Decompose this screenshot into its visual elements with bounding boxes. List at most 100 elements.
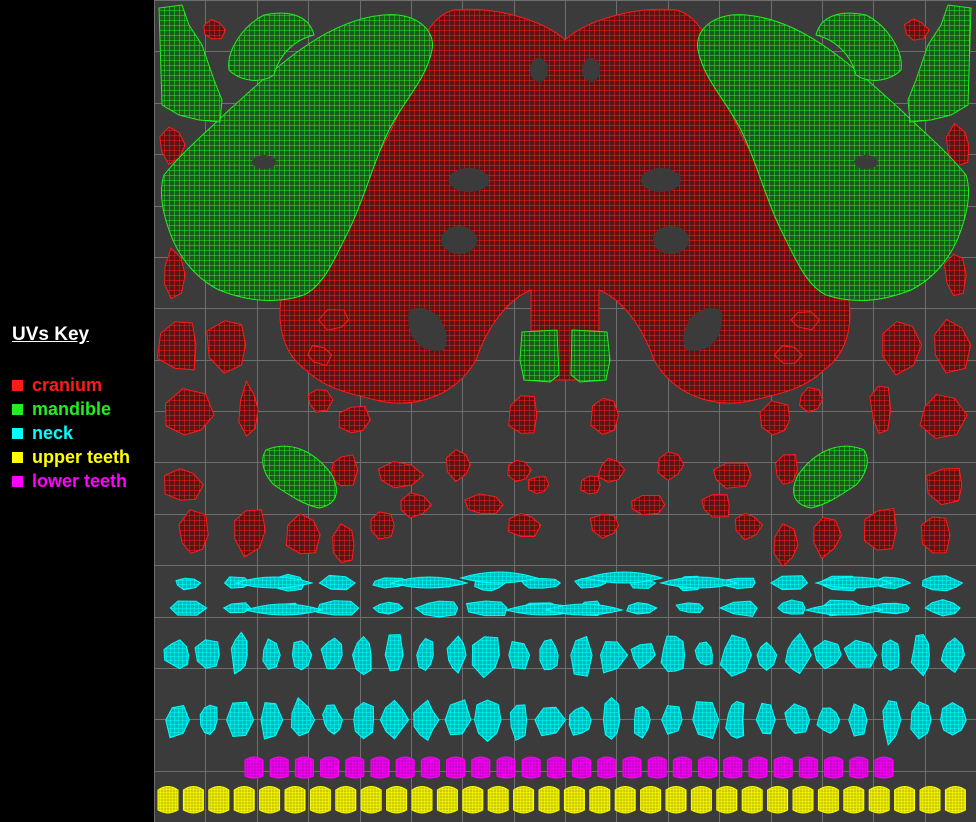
uv-key-title: UVs Key: [12, 324, 90, 345]
key-item-mandible: mandible: [12, 397, 130, 421]
neck-piece: [165, 705, 190, 739]
lower-tooth: [496, 756, 516, 779]
neck-piece: [539, 638, 559, 671]
cranium-piece: [773, 523, 799, 567]
upper-tooth: [335, 786, 357, 814]
neck-piece: [230, 631, 248, 675]
upper-tooth: [360, 786, 382, 814]
upper-tooth: [944, 786, 966, 814]
neck-piece: [353, 701, 375, 740]
neck-piece: [626, 602, 658, 615]
upper-tooth: [411, 786, 433, 814]
upper-tooth: [716, 786, 738, 814]
upper-tooth: [284, 786, 306, 814]
neck-piece: [508, 641, 531, 670]
cranium-piece: [657, 451, 685, 481]
uv-map-viewport[interactable]: [154, 0, 976, 822]
lower-tooth: [244, 756, 264, 779]
key-label-mandible: mandible: [32, 398, 112, 419]
lower-tooth: [320, 756, 340, 779]
neck-piece: [465, 600, 508, 617]
cranium-piece: [164, 387, 215, 436]
lower-tooth: [546, 756, 566, 779]
cranium-piece: [589, 513, 620, 539]
key-label-neck: neck: [32, 422, 74, 443]
upper-teeth-swatch-icon: [12, 451, 23, 463]
lower-tooth: [874, 756, 894, 779]
lower-tooth: [698, 756, 718, 779]
cranium-swatch-icon: [12, 379, 23, 391]
neck-spindle: [804, 603, 884, 616]
neck-piece: [848, 703, 868, 737]
lower-tooth: [748, 756, 768, 779]
neck-piece: [509, 704, 528, 742]
cranium-piece: [507, 512, 542, 537]
neck-piece: [784, 703, 811, 735]
cranium-piece: [597, 457, 626, 483]
cranium-piece: [238, 379, 259, 437]
neck-piece: [910, 633, 930, 677]
lower-tooth: [647, 756, 667, 779]
lower-tooth: [395, 756, 415, 779]
neck-piece: [910, 701, 932, 740]
neck-piece: [940, 637, 966, 674]
lower-tooth: [672, 756, 692, 779]
cranium-piece: [734, 512, 764, 541]
upper-tooth: [259, 786, 281, 814]
upper-tooth: [690, 786, 712, 814]
cranium-piece: [813, 517, 843, 560]
cranium-piece: [507, 459, 532, 483]
upper-tooth: [767, 786, 789, 814]
cranium-piece: [631, 495, 666, 516]
upper-tooth: [157, 786, 179, 814]
cranium-piece: [464, 493, 504, 514]
cranium-piece: [919, 393, 968, 439]
neck-piece: [940, 702, 967, 736]
mandible-swatch-icon: [12, 403, 23, 415]
key-label-lower-teeth: lower teeth: [32, 470, 128, 491]
lower-tooth: [420, 756, 440, 779]
upper-tooth: [462, 786, 484, 814]
upper-tooth: [487, 786, 509, 814]
cranium-piece: [869, 385, 892, 435]
neck-piece: [816, 707, 841, 734]
lower-tooth: [471, 756, 491, 779]
neck-piece: [534, 706, 567, 737]
cranium-piece: [775, 453, 799, 485]
neck-piece: [316, 600, 360, 616]
neck-piece: [414, 600, 459, 618]
upper-tooth: [208, 786, 230, 814]
neck-piece: [222, 602, 252, 614]
lower-tooth: [345, 756, 365, 779]
upper-tooth: [589, 786, 611, 814]
lower-tooth: [370, 756, 390, 779]
lower-tooth: [597, 756, 617, 779]
upper-tooth: [614, 786, 636, 814]
lower-tooth: [723, 756, 743, 779]
uv-key-list: cranium mandible neck upper teeth lower …: [12, 373, 130, 493]
neck-piece: [777, 599, 806, 615]
neck-piece: [661, 705, 683, 735]
neck-swatch-icon: [12, 427, 23, 439]
key-item-lower-teeth: lower teeth: [12, 469, 130, 493]
neck-piece: [718, 600, 758, 618]
lower-teeth-swatch-icon: [12, 475, 23, 487]
uv-key-panel: UVs Key cranium mandible neck upper teet…: [0, 0, 154, 822]
cranium-piece: [285, 513, 321, 555]
neck-piece: [379, 699, 410, 740]
neck-piece: [692, 701, 720, 740]
cranium-hole: [641, 168, 681, 192]
mandible-foramen: [252, 155, 276, 169]
neck-piece: [568, 706, 592, 736]
neck-piece: [675, 602, 705, 614]
lower-tooth: [773, 756, 793, 779]
cranium-piece: [882, 320, 923, 376]
cranium-piece: [798, 386, 823, 413]
neck-piece: [322, 704, 344, 735]
neck-piece: [602, 696, 621, 740]
neck-piece: [444, 699, 472, 736]
upper-tooth: [640, 786, 662, 814]
cranium-hole: [582, 58, 600, 82]
cranium-piece: [590, 397, 620, 435]
neck-piece: [921, 575, 964, 592]
